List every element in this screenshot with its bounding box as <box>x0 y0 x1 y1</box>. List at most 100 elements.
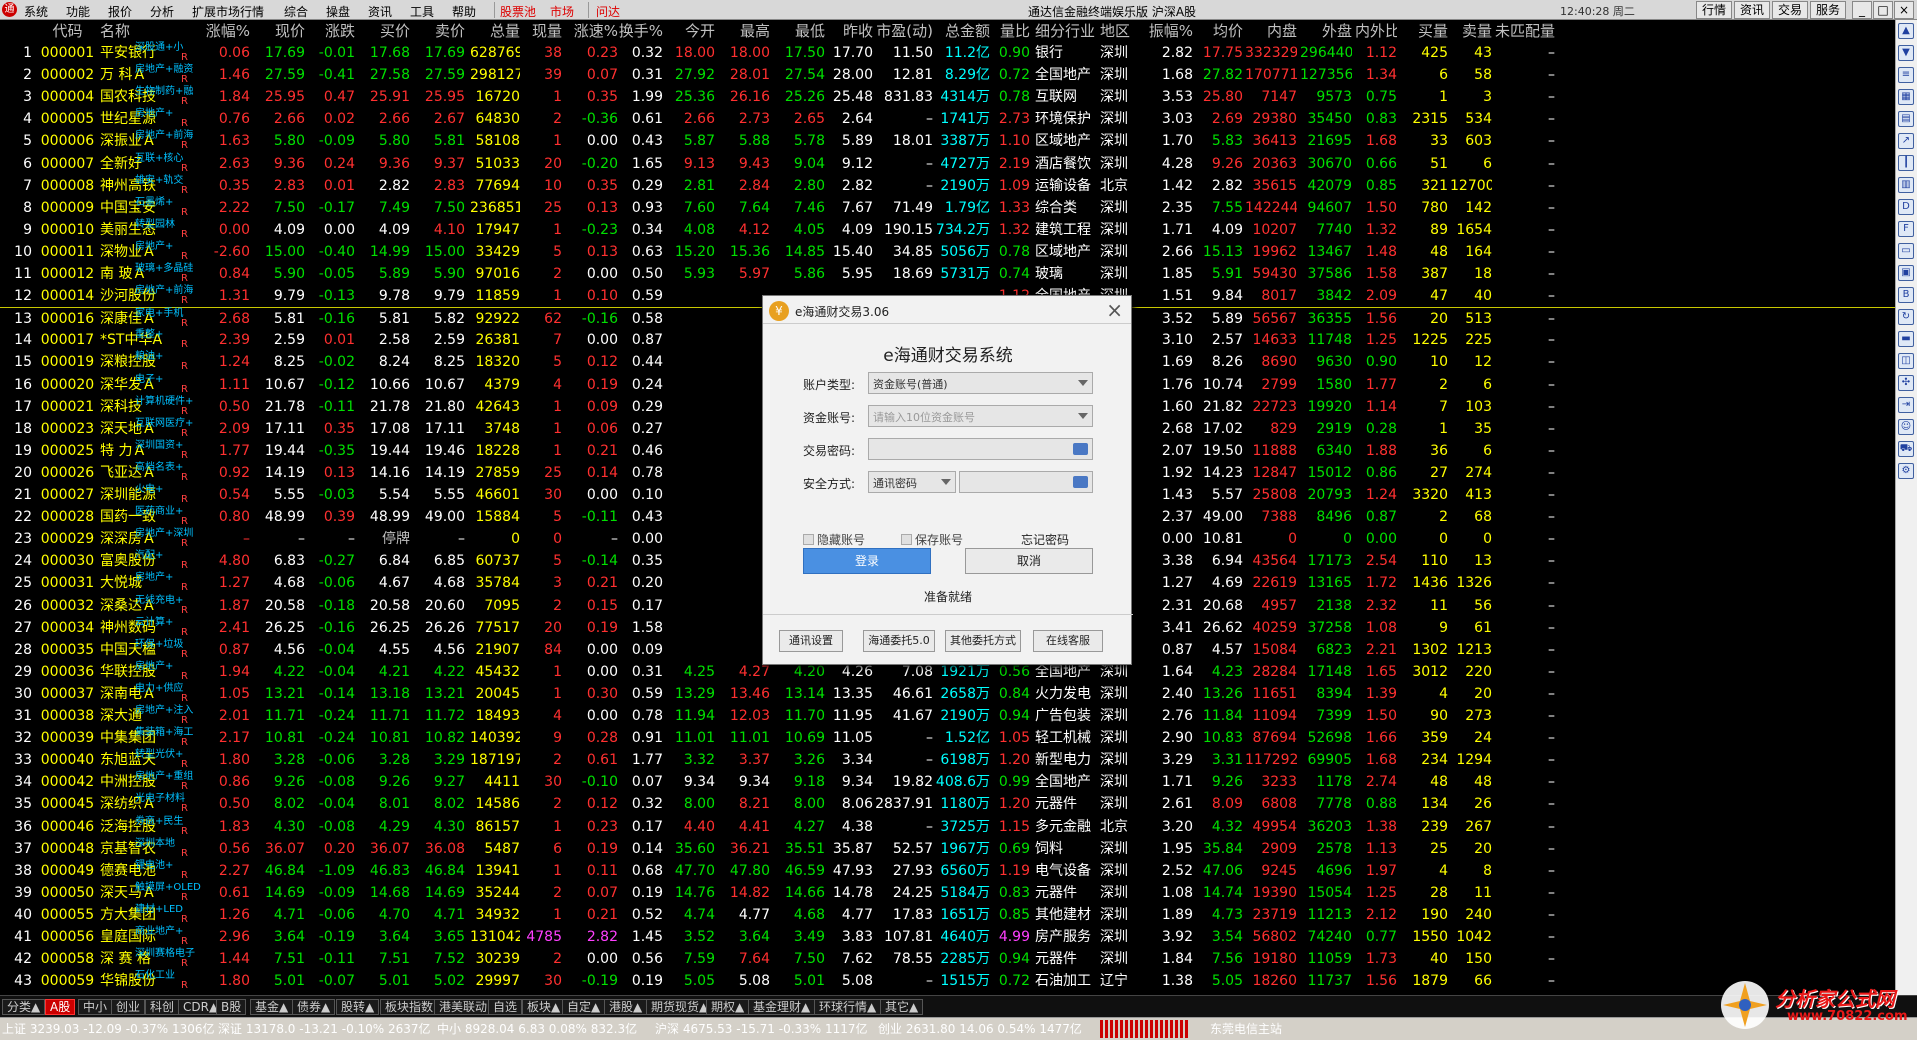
tab-2[interactable]: 中小 <box>78 999 113 1015</box>
index-shenzhen[interactable]: 深证 13178.0 -13.21 -0.10% 2637亿 <box>218 1018 431 1040</box>
menu-news[interactable]: 资讯 <box>368 3 392 20</box>
column-header[interactable]: 代码 <box>40 20 95 41</box>
table-row[interactable]: 8 000009 中国宝安 2.22 7.50 -0.17 7.49 7.50 236851 25… <box>0 197 1895 219</box>
account-input[interactable]: 请输入10位资金账号 <box>868 405 1093 427</box>
table-row[interactable]: 32 000039 中集集团 2.17 10.81 -0.24 10.81 10.82 1403… <box>0 727 1895 749</box>
tab-16[interactable]: 期货现货▲ <box>646 999 714 1015</box>
tab-0[interactable]: 分类▲ <box>2 999 46 1015</box>
menu-function[interactable]: 功能 <box>66 3 90 20</box>
online-support-button[interactable]: 在线客服 <box>1033 630 1103 652</box>
f10-icon[interactable]: F <box>1898 221 1914 237</box>
arrow-up-icon[interactable]: ▲ <box>1898 23 1914 39</box>
column-header[interactable]: 买量 <box>1400 20 1448 41</box>
tab-1[interactable]: A股 <box>45 999 76 1015</box>
tab-18[interactable]: 基金理财▲ <box>748 999 816 1015</box>
column-header[interactable]: 名称 <box>100 20 165 41</box>
column-header[interactable]: 外盘 <box>1300 20 1352 41</box>
tab-14[interactable]: 自定▲ <box>562 999 606 1015</box>
menu-general[interactable]: 综合 <box>284 3 308 20</box>
document-icon[interactable]: D <box>1898 199 1914 215</box>
column-header[interactable]: 昨收 <box>825 20 873 41</box>
folder-icon[interactable]: ▬ <box>1898 331 1914 347</box>
table-row[interactable]: 1 000001 平安银行 0.06 17.69 -0.01 17.68 17.69 62876… <box>0 42 1895 64</box>
table-row[interactable]: 33 000040 东旭蓝天 1.80 3.28 -0.06 3.28 3.29 187197 2… <box>0 749 1895 771</box>
chart-icon[interactable]: ↗ <box>1898 133 1914 149</box>
tab-20[interactable]: 其它▲ <box>880 999 924 1015</box>
index-shanghai[interactable]: 上证 3239.03 -12.09 -0.37% 1306亿 <box>2 1018 215 1040</box>
page-icon[interactable]: ▭ <box>1898 243 1914 259</box>
index-sme[interactable]: 中小 8928.04 6.83 0.08% 832.3亿 <box>437 1018 637 1040</box>
table-row[interactable]: 31 000038 深大通 2.01 11.71 -0.24 11.71 11.72 18493… <box>0 705 1895 727</box>
tab-6[interactable]: B股 <box>216 999 247 1015</box>
column-header[interactable]: 换手% <box>618 20 663 41</box>
tab-19[interactable]: 环球行情▲ <box>814 999 882 1015</box>
column-header[interactable]: 买价 <box>360 20 410 41</box>
tab-13[interactable]: 板块▲ <box>522 999 566 1015</box>
service-button[interactable]: 服务 <box>1810 1 1846 19</box>
tab-17[interactable]: 期权▲ <box>706 999 750 1015</box>
column-header[interactable]: 总金额 <box>935 20 990 41</box>
tab-9[interactable]: 股转▲ <box>336 999 380 1015</box>
export-icon[interactable]: ⇥ <box>1898 397 1914 413</box>
menu-market[interactable]: 市场 <box>550 3 574 20</box>
haitong-entrust-button[interactable]: 海通委托5.0 <box>863 630 935 652</box>
refresh-icon[interactable]: ↻ <box>1898 309 1914 325</box>
quote-button[interactable]: 行情 <box>1696 1 1732 19</box>
table-row[interactable]: 9 000010 美丽生态 0.00 4.09 0.00 4.09 4.10 17947 1 -0.… <box>0 219 1895 241</box>
table-row[interactable]: 30 000037 深南电Ａ 1.05 13.21 -0.14 13.18 13.21 2004… <box>0 683 1895 705</box>
column-header[interactable]: 未匹配量 <box>1495 20 1555 41</box>
user-icon[interactable]: ☺ <box>1898 419 1914 435</box>
grid-icon[interactable]: ▦ <box>1898 89 1914 105</box>
table-row[interactable]: 35 000045 深纺织Ａ 0.50 8.02 -0.04 8.01 8.02 14586 2 0… <box>0 793 1895 815</box>
tab-3[interactable]: 创业 <box>111 999 146 1015</box>
menu-stock-pool[interactable]: 股票池 <box>500 3 536 20</box>
menu-help[interactable]: 帮助 <box>452 3 476 20</box>
column-header[interactable]: 现价 <box>255 20 305 41</box>
menu-system[interactable]: 系统 <box>24 3 48 20</box>
column-header[interactable]: 均价 <box>1195 20 1243 41</box>
table-row[interactable]: 34 000042 中洲控股 0.86 9.26 -0.08 9.26 9.27 4411 30-… <box>0 771 1895 793</box>
table-row[interactable]: 43 000059 华锦股份 1.80 5.01 -0.07 5.01 5.02 29997 30… <box>0 970 1895 992</box>
table-icon[interactable]: ▤ <box>1898 111 1914 127</box>
menu-analysis[interactable]: 分析 <box>150 3 174 20</box>
maximize-icon[interactable]: □ <box>1873 1 1893 19</box>
account-type-select[interactable]: 资金账号(普通) <box>868 372 1093 394</box>
column-header[interactable]: 涨速% <box>570 20 618 41</box>
column-header[interactable]: 市盈(动) <box>875 20 933 41</box>
column-header[interactable]: 最高 <box>720 20 770 41</box>
table-row[interactable]: 41 000056 皇庭国际 2.96 3.64 -0.19 3.64 3.65 131042 4… <box>0 926 1895 948</box>
close-icon[interactable]: × <box>1106 298 1123 322</box>
keyboard-icon[interactable] <box>1073 476 1088 488</box>
table-row[interactable]: 3 000004 国农科技 1.84 25.95 0.47 25.91 25.95 16720 1… <box>0 86 1895 108</box>
tab-11[interactable]: 港美联动 <box>434 999 493 1015</box>
column-header[interactable]: 卖价 <box>415 20 465 41</box>
list-icon[interactable]: ≡ <box>1898 67 1914 83</box>
bar-chart-icon[interactable]: ▥ <box>1898 177 1914 193</box>
login-button[interactable]: 登录 <box>803 548 931 574</box>
column-header[interactable]: 内外比 <box>1355 20 1397 41</box>
minimize-icon[interactable]: _ <box>1852 1 1872 19</box>
table-row[interactable]: 7 000008 神州高铁 0.35 2.83 0.01 2.82 2.83 77694 10 0.… <box>0 175 1895 197</box>
tab-4[interactable]: 科创 <box>145 999 180 1015</box>
table-row[interactable]: 4 000005 世纪星源 0.76 2.66 0.02 2.66 2.67 64830 2 -0.… <box>0 108 1895 130</box>
column-header[interactable]: 总量 <box>470 20 520 41</box>
column-header[interactable]: 内盘 <box>1245 20 1297 41</box>
hide-account-checkbox[interactable]: 隐藏账号 <box>803 531 865 548</box>
tab-10[interactable]: 板块指数 <box>380 999 439 1015</box>
column-header[interactable]: 地区 <box>1100 20 1140 41</box>
menu-wenda[interactable]: 问达 <box>596 3 620 20</box>
index-gem[interactable]: 创业 2631.80 14.06 0.54% 1477亿 <box>878 1018 1082 1040</box>
keyboard-icon[interactable] <box>1073 443 1088 455</box>
table-row[interactable]: 10 000011 深物业Ａ -2.60 15.00 -0.40 14.99 15.00 334… <box>0 241 1895 263</box>
comm-password-input[interactable] <box>959 471 1093 493</box>
menu-quote[interactable]: 报价 <box>108 3 132 20</box>
column-header[interactable]: 现量 <box>520 20 562 41</box>
window-icon[interactable]: ◫ <box>1898 353 1914 369</box>
comm-settings-button[interactable]: 通讯设置 <box>779 630 843 652</box>
tab-15[interactable]: 港股▲ <box>604 999 648 1015</box>
book-icon[interactable]: B <box>1898 287 1914 303</box>
cancel-button[interactable]: 取消 <box>965 548 1093 574</box>
tab-12[interactable]: 自选 <box>488 999 523 1015</box>
column-header[interactable]: 细分行业 <box>1035 20 1095 41</box>
trade-button[interactable]: 交易 <box>1772 1 1808 19</box>
